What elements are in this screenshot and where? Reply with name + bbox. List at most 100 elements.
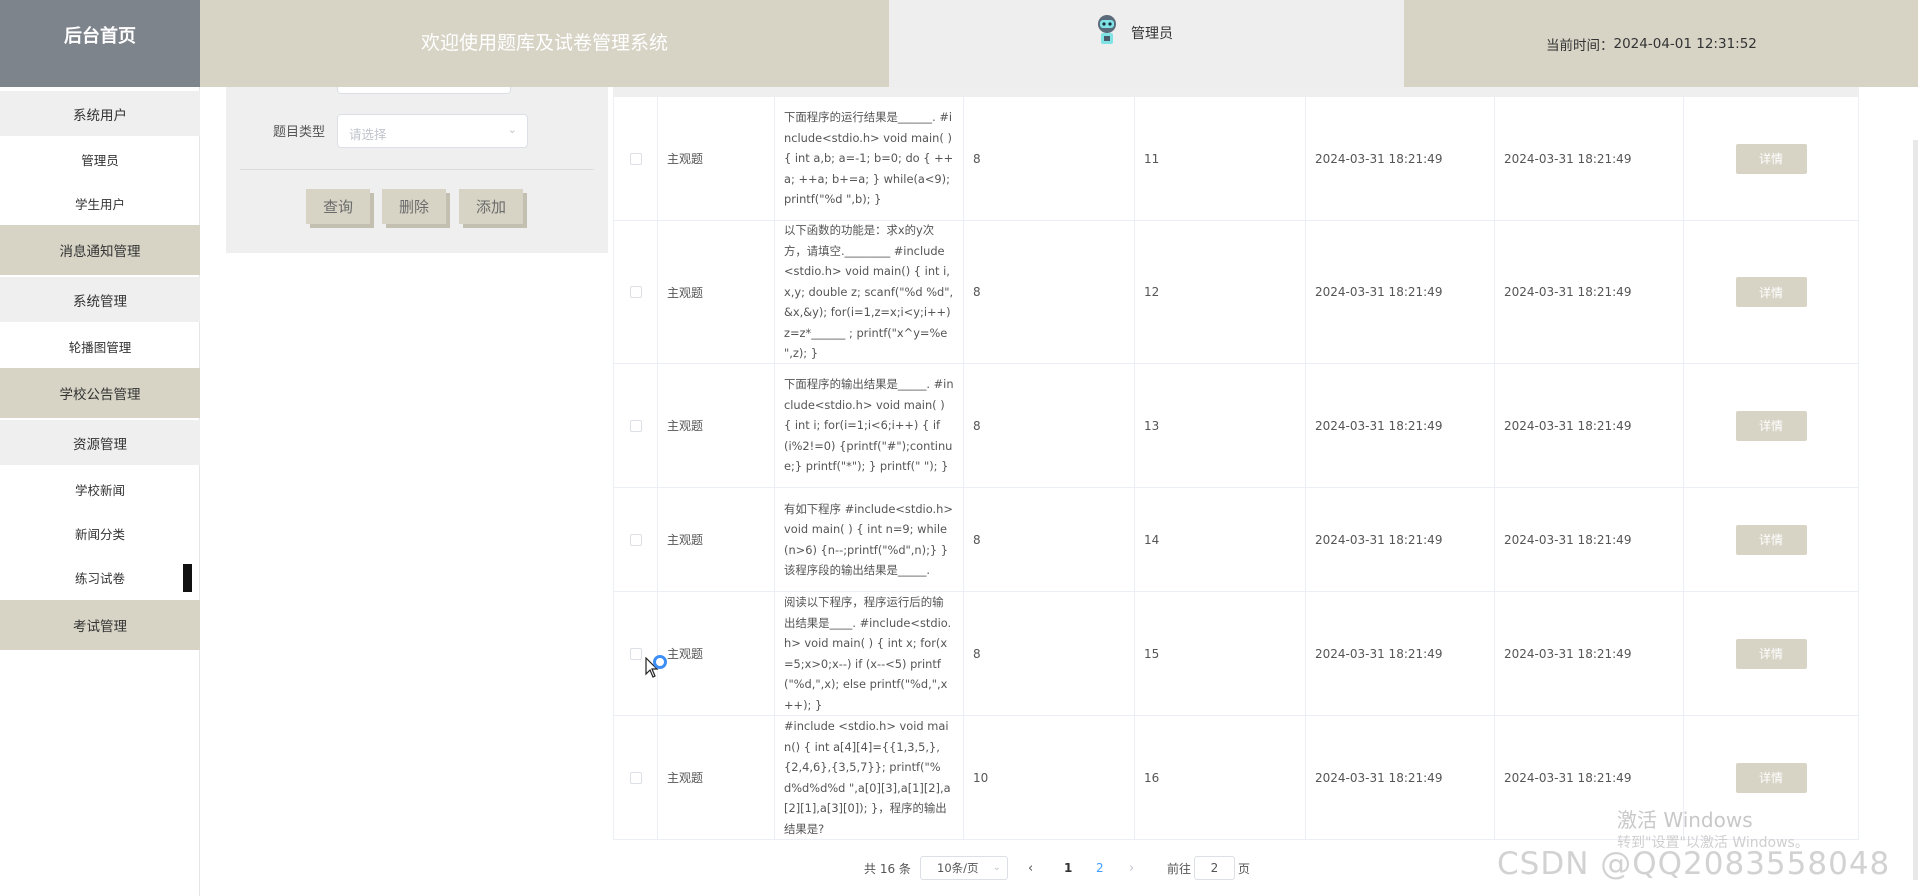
menu-notification-mgmt[interactable]: 消息通知管理	[0, 225, 200, 275]
row-checkbox[interactable]	[629, 419, 642, 432]
detail-button[interactable]: 详情	[1735, 277, 1807, 307]
page-title: 欢迎使用题库及试卷管理系统	[200, 0, 889, 87]
detail-button[interactable]: 详情	[1735, 410, 1807, 441]
next-page-button[interactable]: ›	[1129, 856, 1134, 880]
row-select-cell	[613, 364, 658, 487]
home-link[interactable]: 后台首页	[0, 0, 200, 87]
time-label: 当前时间：	[1546, 37, 1614, 54]
current-time: 当前时间： 2024-04-01 12:31:52	[1404, 0, 1918, 87]
row-checkbox[interactable]	[629, 152, 642, 165]
row-checkbox[interactable]	[629, 647, 642, 660]
action-cell: 详情	[1684, 488, 1859, 591]
detail-button[interactable]: 详情	[1735, 143, 1807, 174]
question-text-cell: 下面程序的运行结果是______. #include<stdio.h> void…	[775, 97, 964, 220]
menu-exam-mgmt[interactable]: 考试管理	[0, 600, 200, 650]
created-time-cell: 2024-03-31 18:21:49	[1306, 488, 1495, 591]
menu-system-mgmt[interactable]: 系统管理	[0, 277, 200, 322]
question-type-cell: 主观题	[658, 488, 775, 591]
menu-school-news[interactable]: 学校新闻	[0, 474, 200, 504]
loading-spinner-icon	[653, 655, 667, 669]
question-number-cell: 11	[1135, 97, 1306, 220]
menu-practice-paper[interactable]: 练习试卷	[0, 562, 200, 592]
goto-page-input[interactable]: 2	[1194, 856, 1235, 880]
page-1-button[interactable]: 1	[1064, 856, 1072, 880]
menu-news-category[interactable]: 新闻分类	[0, 518, 200, 548]
menu-announcement-mgmt[interactable]: 学校公告管理	[0, 368, 200, 418]
updated-time-cell: 2024-03-31 18:21:49	[1495, 592, 1684, 715]
created-time-cell: 2024-03-31 18:21:49	[1306, 364, 1495, 487]
updated-time-cell: 2024-03-31 18:21:49	[1495, 221, 1684, 363]
question-type-select[interactable]: 请选择 ⌄	[337, 114, 528, 148]
updated-time-cell: 2024-03-31 18:21:49	[1495, 488, 1684, 591]
table-row: 主观题 阅读以下程序，程序运行后的输出结果是____. #include<std…	[613, 592, 1859, 716]
question-number-cell: 15	[1135, 592, 1306, 715]
menu-carousel-mgmt[interactable]: 轮播图管理	[0, 331, 200, 361]
page-scrollbar[interactable]	[1913, 140, 1918, 880]
menu-resource-mgmt[interactable]: 资源管理	[0, 420, 200, 465]
pagination-total: 共 16 条	[864, 861, 911, 876]
row-checkbox[interactable]	[629, 286, 642, 298]
question-number-cell: 16	[1135, 716, 1306, 839]
updated-time-cell: 2024-03-31 18:21:49	[1495, 97, 1684, 220]
active-indicator	[183, 564, 192, 592]
delete-button[interactable]: 删除	[382, 189, 446, 224]
csdn-watermark: CSDN @QQ2083558048	[1497, 846, 1891, 882]
question-text-cell: #include <stdio.h> void main() { int a[4…	[775, 716, 964, 839]
score-cell: 8	[964, 97, 1135, 220]
row-select-cell	[613, 592, 658, 715]
page-size-value: 10条/页	[937, 861, 979, 875]
page-2-button[interactable]: 2	[1096, 856, 1104, 880]
menu-system-users[interactable]: 系统用户	[0, 91, 200, 136]
table-row: 主观题 下面程序的输出结果是_____. #include<stdio.h> v…	[613, 364, 1859, 488]
question-type-cell: 主观题	[658, 592, 775, 715]
windows-activation-title: 激活 Windows	[1617, 808, 1753, 832]
action-cell: 详情	[1684, 364, 1859, 487]
prev-page-button[interactable]: ‹	[1028, 856, 1033, 880]
row-select-cell	[613, 716, 658, 839]
add-button[interactable]: 添加	[459, 189, 523, 224]
question-number-cell: 13	[1135, 364, 1306, 487]
question-text-cell: 以下函数的功能是：求x的y次方，请填空.________ #include<st…	[775, 221, 964, 363]
detail-button[interactable]: 详情	[1735, 524, 1807, 555]
chevron-down-icon: ⌄	[507, 123, 517, 136]
question-text-cell: 有如下程序 #include<stdio.h> void main( ) { i…	[775, 488, 964, 591]
robot-avatar-icon	[1098, 15, 1116, 44]
score-cell: 8	[964, 364, 1135, 487]
score-cell: 8	[964, 221, 1135, 363]
row-select-cell	[613, 488, 658, 591]
updated-time-cell: 2024-03-31 18:21:49	[1495, 364, 1684, 487]
created-time-cell: 2024-03-31 18:21:49	[1306, 97, 1495, 220]
page-unit-label: 页	[1238, 861, 1251, 876]
row-select-cell	[613, 221, 658, 363]
user-name[interactable]: 管理员	[1131, 23, 1173, 43]
time-value: 2024-04-01 12:31:52	[1613, 35, 1757, 52]
title-search-input[interactable]	[337, 87, 511, 94]
action-cell: 详情	[1684, 221, 1859, 363]
table-row: 主观题 下面程序的运行结果是______. #include<stdio.h> …	[613, 97, 1859, 221]
top-header: 后台首页 欢迎使用题库及试卷管理系统 管理员 当前时间： 2024-04-01 …	[0, 0, 1918, 87]
created-time-cell: 2024-03-31 18:21:49	[1306, 716, 1495, 839]
user-box[interactable]: 管理员	[889, 0, 1404, 87]
query-button[interactable]: 查询	[306, 189, 370, 224]
detail-button[interactable]: 详情	[1735, 762, 1807, 793]
goto-label: 前往	[1167, 861, 1192, 876]
question-type-cell: 主观题	[658, 716, 775, 839]
question-type-cell: 主观题	[658, 364, 775, 487]
sidebar: 系统用户 管理员 学生用户 消息通知管理 系统管理 轮播图管理 学校公告管理 资…	[0, 87, 200, 896]
table-header-edge	[613, 87, 1859, 97]
question-type-label: 题目类型	[273, 125, 326, 140]
action-cell: 详情	[1684, 97, 1859, 220]
score-cell: 10	[964, 716, 1135, 839]
panel-divider	[240, 169, 594, 170]
table-row: 主观题 以下函数的功能是：求x的y次方，请填空.________ #includ…	[613, 221, 1859, 364]
row-checkbox[interactable]	[629, 533, 642, 546]
menu-admin[interactable]: 管理员	[0, 144, 200, 174]
score-cell: 8	[964, 592, 1135, 715]
score-cell: 8	[964, 488, 1135, 591]
question-type-cell: 主观题	[658, 97, 775, 220]
detail-button[interactable]: 详情	[1735, 638, 1807, 669]
row-select-cell	[613, 97, 658, 220]
row-checkbox[interactable]	[629, 771, 642, 784]
page-size-select[interactable]: 10条/页 ⌄	[920, 856, 1008, 880]
menu-student-users[interactable]: 学生用户	[0, 188, 200, 218]
